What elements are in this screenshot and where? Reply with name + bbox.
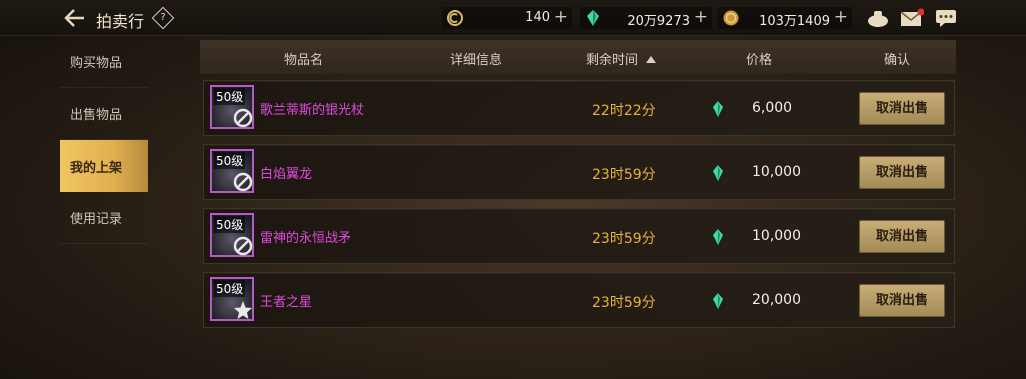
- add-currency-button[interactable]: +: [694, 7, 708, 27]
- no-trade-icon: [233, 108, 253, 128]
- item-icon[interactable]: 50级: [210, 149, 254, 193]
- star-item-icon: [234, 301, 252, 319]
- sidebar-item-sell[interactable]: 出售物品: [60, 88, 148, 140]
- item-name: 王者之星: [260, 295, 313, 310]
- money-bag-icon[interactable]: [866, 8, 890, 28]
- column-header-remaining-label: 剩余时间: [586, 53, 639, 68]
- help-button[interactable]: ?: [151, 6, 175, 30]
- column-header-price: 价格: [746, 53, 773, 68]
- sidebar-item-label: 我的上架: [70, 160, 123, 176]
- green-gem-icon: [713, 101, 723, 117]
- table-row: 50级 王者之星 23时59分 20,000 取消出售: [203, 272, 955, 328]
- table-row: 50级 雷神的永恒战矛 23时59分 10,000 取消出售: [203, 208, 955, 264]
- add-currency-button[interactable]: +: [834, 7, 848, 27]
- no-trade-icon: [233, 172, 253, 192]
- cancel-sale-button[interactable]: 取消出售: [859, 284, 945, 317]
- remaining-time: 23时59分: [592, 295, 656, 311]
- help-icon: ?: [160, 12, 166, 23]
- item-icon[interactable]: 50级: [210, 277, 254, 321]
- currency-value: 20万9273: [627, 14, 690, 29]
- item-icon[interactable]: 50级: [210, 213, 254, 257]
- currency-medal: 103万1409 +: [718, 7, 852, 29]
- remaining-time: 23时59分: [592, 231, 656, 247]
- chat-icon[interactable]: [934, 8, 958, 28]
- sidebar-item-label: 购买物品: [70, 56, 123, 71]
- currency-value: 103万1409: [759, 14, 830, 29]
- item-name: 白焰翼龙: [260, 167, 313, 182]
- item-level: 50级: [214, 280, 246, 297]
- sidebar-item-label: 出售物品: [70, 108, 123, 123]
- mail-icon[interactable]: [900, 8, 924, 28]
- back-arrow-icon[interactable]: [64, 8, 86, 28]
- item-icon[interactable]: 50级: [210, 85, 254, 129]
- item-name: 歌兰蒂斯的银光杖: [260, 103, 365, 118]
- item-level: 50级: [214, 88, 246, 105]
- add-currency-button[interactable]: +: [554, 7, 568, 27]
- page-title: 拍卖行: [96, 12, 145, 31]
- sort-ascending-icon: [646, 56, 657, 63]
- item-price: 6,000: [752, 100, 793, 116]
- remaining-time: 22时22分: [592, 103, 656, 119]
- column-header-name: 物品名: [284, 53, 324, 68]
- gold-coin-icon: [447, 10, 463, 26]
- sidebar: 购买物品 出售物品 我的上架 使用记录: [60, 36, 148, 244]
- cancel-sale-button[interactable]: 取消出售: [859, 156, 945, 189]
- item-level: 50级: [214, 152, 246, 169]
- currency-gold: 140 +: [442, 7, 572, 29]
- cancel-sale-button[interactable]: 取消出售: [859, 92, 945, 125]
- sidebar-item-my-listings[interactable]: 我的上架: [60, 140, 148, 192]
- item-price: 20,000: [752, 292, 801, 308]
- green-gem-icon: [587, 10, 599, 26]
- currency-gem: 20万9273 +: [580, 7, 712, 29]
- green-gem-icon: [713, 165, 723, 181]
- sidebar-item-label: 使用记录: [70, 212, 123, 227]
- table-header: 物品名 详细信息 剩余时间 价格 确认: [200, 40, 956, 74]
- column-header-remaining[interactable]: 剩余时间: [586, 49, 657, 68]
- column-header-confirm: 确认: [884, 53, 911, 68]
- item-name: 雷神的永恒战矛: [260, 231, 352, 246]
- item-price: 10,000: [752, 228, 801, 244]
- table-row: 50级 歌兰蒂斯的银光杖 22时22分 6,000 取消出售: [203, 80, 955, 136]
- sidebar-item-history[interactable]: 使用记录: [60, 192, 148, 244]
- table-row: 50级 白焰翼龙 23时59分 10,000 取消出售: [203, 144, 955, 200]
- no-trade-icon: [233, 236, 253, 256]
- top-bar: 拍卖行 ? 140 + 20万9273 + 103万1409 +: [0, 0, 1026, 36]
- green-gem-icon: [713, 293, 723, 309]
- remaining-time: 23时59分: [592, 167, 656, 183]
- column-header-detail: 详细信息: [450, 53, 503, 68]
- green-gem-icon: [713, 229, 723, 245]
- item-level: 50级: [214, 216, 246, 233]
- cancel-sale-button[interactable]: 取消出售: [859, 220, 945, 253]
- sidebar-item-buy[interactable]: 购买物品: [60, 36, 148, 88]
- gold-medal-icon: [723, 10, 739, 26]
- currency-value: 140: [525, 10, 550, 25]
- item-price: 10,000: [752, 164, 801, 180]
